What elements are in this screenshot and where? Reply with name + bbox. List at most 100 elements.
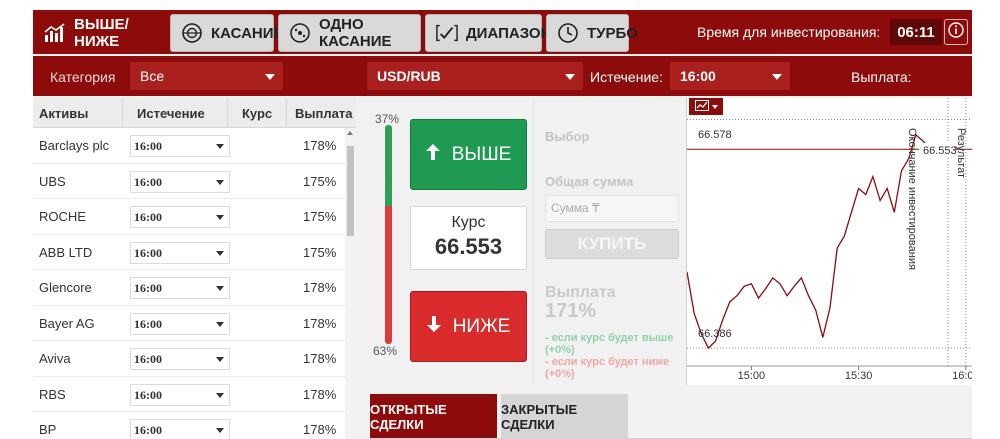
higher-button[interactable]: ВЫШЕ (410, 119, 527, 190)
asset-name: Aviva (39, 351, 71, 366)
bar-chart-icon (44, 22, 66, 44)
invest-timer: 06:11 (890, 19, 942, 45)
chart-type-button[interactable] (689, 98, 723, 115)
chevron-down-icon (216, 321, 224, 327)
total-amount-label: Общая сумма (545, 174, 634, 189)
choice-label: Выбор (545, 129, 590, 144)
price-chart: 66.578 66.386 66.553 Окончание инвестиро… (686, 98, 972, 385)
col-assets: Активы (39, 106, 89, 121)
trading-app: ВЫШЕ/НИЖЕ КАСАНИЕ ОДНО КАСАНИЕ ДИАПАЗОН … (33, 10, 972, 439)
row-expiry-value: 16:00 (134, 174, 162, 189)
scroll-up-icon[interactable] (347, 131, 353, 135)
invest-time-label: Время для инвестирования: (697, 24, 881, 40)
row-expiry-select[interactable]: 16:00 (130, 383, 230, 406)
tab-high-low[interactable]: ВЫШЕ/НИЖЕ (33, 14, 165, 52)
info-button[interactable] (944, 19, 968, 45)
chevron-down-icon (216, 286, 224, 291)
row-expiry-select[interactable]: 16:00 (130, 348, 230, 370)
asset-name: Barclays plc (39, 138, 110, 153)
row-payout: 178% (303, 315, 337, 331)
row-expiry-select[interactable]: 16:00 (130, 419, 230, 439)
col-payout: Выплата (295, 106, 353, 121)
tab-open-trades[interactable]: ОТКРЫТЫЕ СДЕЛКИ (370, 394, 497, 439)
top-bar: ВЫШЕ/НИЖЕ КАСАНИЕ ОДНО КАСАНИЕ ДИАПАЗОН … (33, 10, 972, 54)
buy-button[interactable]: КУПИТЬ (545, 229, 679, 259)
row-expiry-select[interactable]: 16:00 (130, 241, 230, 264)
row-expiry-value: 16:00 (134, 352, 162, 366)
table-row[interactable]: Glencore 16:00 178% (33, 270, 345, 306)
tab-label: КАСАНИЕ (211, 24, 284, 42)
chevron-down-icon (216, 357, 224, 362)
asset-table: Активы Истечение Курс Выплата Barclays p… (33, 98, 356, 439)
tab-closed-trades[interactable]: ЗАКРЫТЫЕ СДЕЛКИ (501, 394, 628, 439)
table-row[interactable]: UBS 16:00 175% (33, 164, 345, 199)
current-price-label: 66.553 (923, 145, 957, 157)
sentiment-bar-up (385, 125, 392, 206)
chevron-down-icon (216, 428, 224, 433)
price-chart-svg: 66.578 66.386 66.553 Окончание инвестиро… (686, 98, 972, 382)
tab-one-touch[interactable]: ОДНО КАСАНИЕ (278, 14, 421, 52)
price-series-line (686, 133, 931, 350)
table-row[interactable]: Barclays plc 16:00 178% (33, 128, 345, 164)
row-expiry-select[interactable]: 16:00 (130, 170, 230, 193)
row-payout: 178% (303, 280, 337, 295)
note-if-higher: - если курс будет выше (+0%) (545, 332, 674, 356)
tab-touch[interactable]: КАСАНИЕ (170, 14, 284, 52)
down-percent: 63% (373, 344, 398, 358)
row-expiry-select[interactable]: 16:00 (130, 135, 230, 157)
category-select[interactable]: Все (130, 62, 283, 90)
lower-button[interactable]: НИЖЕ (410, 291, 527, 362)
asset-name: UBS (39, 173, 66, 189)
row-expiry-select[interactable]: 16:00 (130, 312, 230, 335)
x-tick-label: 15:30 (845, 370, 873, 382)
arrow-up-icon (425, 143, 440, 166)
note-if-lower: - если курс будет ниже (+0%) (545, 356, 670, 380)
table-row[interactable]: RBS 16:00 178% (33, 377, 345, 412)
single-touch-icon (289, 22, 311, 44)
payout-value: 171% (545, 300, 597, 322)
tab-label: ТУРБО (587, 24, 638, 42)
higher-button-label: ВЫШЕ (451, 143, 512, 165)
high-price-label: 66.578 (698, 129, 732, 141)
scroll-thumb[interactable] (347, 146, 354, 236)
tab-turbo[interactable]: ТУРБО (546, 14, 638, 52)
trade-panel: 37% 63% ВЫШЕ Курс 66.553 НИЖЕ Выбор Обща… (370, 98, 686, 385)
table-row[interactable]: Bayer AG 16:00 178% (33, 306, 345, 341)
sentiment-bar-down (385, 206, 392, 344)
asset-pair-select[interactable]: USD/RUB (367, 62, 583, 90)
chevron-down-icon (216, 179, 224, 185)
x-tick-label: 16:00 (952, 370, 972, 382)
rate-value: 66.553 (434, 234, 503, 259)
table-row[interactable]: BP 16:00 178% (33, 412, 345, 439)
end-invest-label: Окончание инвестирования (906, 128, 918, 270)
asset-name: BP (39, 422, 57, 437)
row-expiry-select[interactable]: 16:00 (130, 206, 230, 228)
table-row[interactable]: Aviva 16:00 178% (33, 341, 345, 377)
row-payout: 175% (303, 244, 337, 260)
expiry-value: 16:00 (680, 68, 716, 84)
asset-table-scrollbar[interactable] (345, 128, 356, 439)
row-expiry-value: 16:00 (134, 139, 162, 153)
row-payout: 175% (303, 173, 337, 189)
tab-label: ОДНО КАСАНИЕ (319, 16, 392, 50)
tab-range[interactable]: ДИАПАЗОН (425, 14, 551, 52)
range-icon (436, 22, 458, 44)
up-percent: 37% (375, 112, 400, 126)
table-row[interactable]: ABB LTD 16:00 175% (33, 235, 345, 270)
expiry-select[interactable]: 16:00 (670, 62, 790, 90)
chevron-down-icon (265, 74, 275, 80)
chevron-down-icon (711, 104, 718, 109)
payout-header-label: Выплата: (851, 69, 912, 85)
table-row[interactable]: ROCHE 16:00 175% (33, 199, 345, 235)
amount-input[interactable]: Сумма ₸ (545, 195, 679, 222)
rate-label: Курс (451, 214, 486, 231)
row-expiry-select[interactable]: 16:00 (130, 277, 230, 299)
low-price-label: 66.386 (698, 328, 732, 340)
expiry-label: Истечение: (590, 69, 663, 85)
rate-box: Курс 66.553 (410, 206, 527, 270)
clock-icon (557, 22, 579, 44)
asset-name: ROCHE (39, 209, 86, 224)
asset-table-header: Активы Истечение Курс Выплата (33, 98, 356, 128)
row-payout: 178% (303, 138, 337, 153)
chevron-down-icon (772, 74, 782, 80)
